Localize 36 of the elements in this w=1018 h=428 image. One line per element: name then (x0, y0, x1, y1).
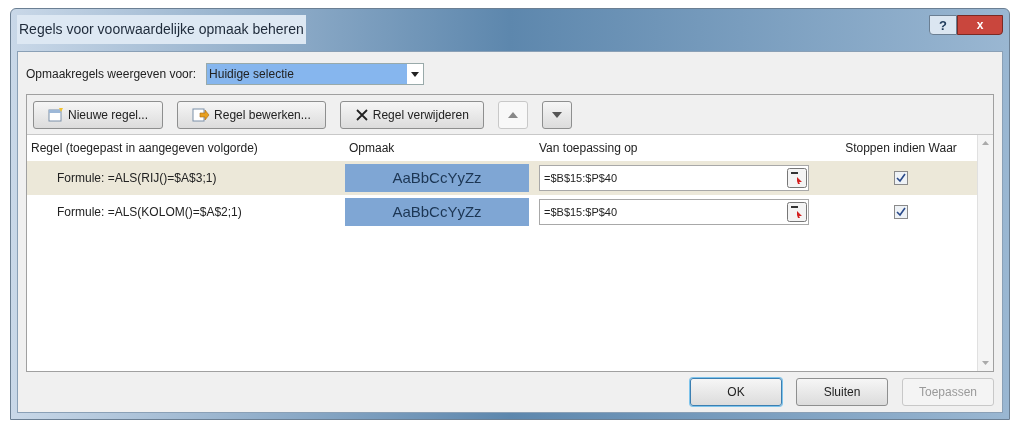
range-field[interactable]: =$B$15:$P$40 (539, 199, 809, 225)
column-header: Regel (toegepast in aangegeven volgorde) (30, 140, 259, 157)
close-icon (354, 107, 369, 122)
column-header: Van toepassing op (538, 140, 639, 157)
delete-rule-button[interactable]: Regel verwijderen (339, 100, 484, 129)
dropdown-arrow-icon (411, 71, 420, 77)
rule-formula: Formule: =ALS(RIJ()=$A$3;1) (56, 170, 218, 187)
rule-formula: Formule: =ALS(KOLOM()=$A$2;1) (56, 204, 243, 221)
range-value: =$B$15:$P$40 (543, 170, 619, 186)
dropdown-value: Huidige selectie (207, 64, 408, 84)
range-field[interactable]: =$B$15:$P$40 (539, 165, 809, 191)
range-value: =$B$15:$P$40 (543, 204, 619, 220)
check-icon (896, 173, 906, 183)
check-icon (896, 207, 906, 217)
edit-rule-button[interactable]: Regel bewerken... (177, 100, 326, 129)
up-arrow-icon (507, 111, 518, 118)
edit-rule-icon (192, 106, 211, 123)
move-down-button[interactable] (541, 100, 572, 129)
dialog-button[interactable]: OK (690, 378, 782, 406)
column-header: Opmaak (348, 140, 396, 157)
range-picker-icon[interactable] (787, 202, 807, 222)
help-button[interactable]: ? (929, 15, 957, 35)
stop-checkbox[interactable] (894, 171, 908, 185)
show-rules-label: Opmaakregels weergeven voor: (26, 66, 197, 83)
dialog-button[interactable]: Sluiten (796, 378, 888, 406)
column-header: Stoppen indien Waar (844, 140, 958, 157)
rule-row[interactable]: Formule: =ALS(RIJ()=$A$3;1) AaBbCcYyZz =$B$15:$P$40 (27, 161, 977, 195)
stop-checkbox[interactable] (894, 205, 908, 219)
show-rules-dropdown[interactable]: Huidige selectie (206, 63, 425, 85)
format-preview: AaBbCcYyZz (345, 198, 529, 226)
range-picker-icon[interactable] (787, 168, 807, 188)
window-title: Regels voor voorwaardelijke opmaak beheren (17, 15, 306, 44)
down-arrow-icon (551, 111, 562, 118)
close-button[interactable]: x (957, 15, 1003, 35)
format-preview: AaBbCcYyZz (345, 164, 529, 192)
new-rule-button[interactable]: Nieuwe regel... (33, 100, 164, 129)
